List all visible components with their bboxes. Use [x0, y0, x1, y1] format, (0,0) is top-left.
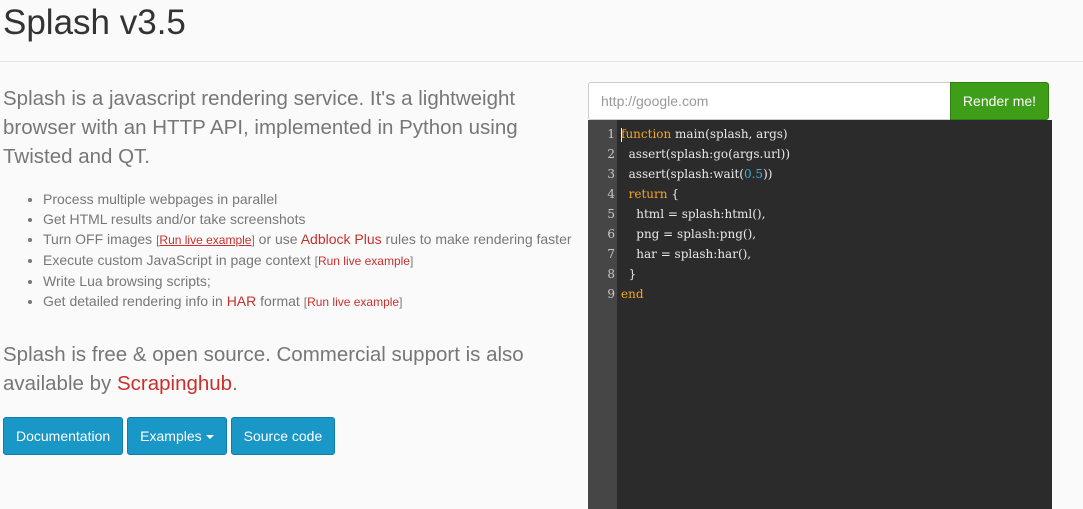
- code-line: end: [621, 284, 1052, 304]
- code-line: html = splash:html(),: [621, 207, 766, 221]
- code-line: }: [621, 267, 637, 281]
- caret-down-icon: [205, 435, 214, 440]
- code-area[interactable]: function main(splash, args) assert(splas…: [621, 124, 1052, 304]
- code-number: 0.5: [743, 167, 764, 181]
- code-line: assert(splash:go(args.url)): [621, 147, 791, 161]
- header-divider: [0, 61, 1083, 62]
- support-text: Splash is free & open source. Commercial…: [3, 340, 563, 398]
- line-number: 1: [607, 127, 615, 141]
- feature-text: Execute custom JavaScript in page contex…: [43, 252, 315, 268]
- code-text: assert(splash:wait(: [621, 167, 744, 181]
- code-text: {: [667, 187, 679, 201]
- line-number: 4: [607, 187, 615, 201]
- bracket-close: ]: [409, 254, 414, 268]
- line-number: 7: [607, 247, 615, 261]
- line-number: 8: [607, 267, 615, 281]
- code-line: png = splash:png(),: [621, 227, 757, 241]
- examples-label: Examples: [140, 428, 202, 444]
- feature-text: Get detailed rendering info in: [43, 293, 227, 309]
- documentation-button[interactable]: Documentation: [3, 417, 124, 455]
- line-number-gutter: 1 2 3 4 5 6 7 8 9: [588, 120, 617, 509]
- action-buttons: Documentation Examples Source code: [3, 417, 339, 455]
- code-line: function main(splash, args): [621, 124, 1052, 144]
- intro-text: Splash is a javascript rendering service…: [3, 87, 518, 168]
- code-text: main(splash, args): [671, 127, 788, 141]
- example-bracket: [Run live example]: [315, 254, 414, 268]
- bracket-close: ]: [399, 295, 403, 309]
- render-button[interactable]: Render me!: [950, 82, 1049, 120]
- page-title: Splash v3.5: [3, 3, 186, 42]
- list-item: Execute custom JavaScript in page contex…: [43, 250, 603, 271]
- example-bracket: [Run live example]: [156, 233, 255, 247]
- list-item: Turn OFF images [Run live example] or us…: [43, 229, 603, 250]
- har-link[interactable]: HAR: [227, 293, 257, 309]
- list-item: Get HTML results and/or take screenshots: [43, 209, 603, 229]
- feature-text: Process multiple webpages in parallel: [43, 191, 278, 207]
- code-line: har = splash:har(),: [621, 247, 752, 261]
- run-example-link-js[interactable]: Run live example: [318, 254, 410, 268]
- code-line: assert(splash:wait(0.5)): [621, 164, 1052, 184]
- line-number: 5: [607, 207, 615, 221]
- code-line: return {: [621, 184, 1052, 204]
- example-bracket: [Run live example]: [304, 295, 403, 309]
- list-item: Write Lua browsing scripts;: [43, 271, 603, 291]
- support-sentence: Splash is free & open source. Commercial…: [3, 343, 524, 395]
- feature-text: format: [256, 293, 304, 309]
- line-number: 9: [607, 287, 615, 301]
- examples-dropdown-button[interactable]: Examples: [127, 417, 227, 455]
- support-period: .: [232, 372, 238, 395]
- run-example-link-images[interactable]: Run live example: [159, 233, 251, 247]
- run-example-link-har[interactable]: Run live example: [307, 295, 399, 309]
- url-input[interactable]: [588, 82, 951, 120]
- code-keyword: return: [628, 187, 668, 201]
- feature-text: Turn OFF images: [43, 231, 157, 247]
- feature-text: rules to make rendering faster: [381, 231, 572, 247]
- feature-list: Process multiple webpages in parallel Ge…: [3, 189, 603, 312]
- adblock-plus-link[interactable]: Adblock Plus: [301, 231, 382, 247]
- line-number: 2: [607, 147, 615, 161]
- code-text: )): [763, 167, 773, 181]
- code-keyword: end: [621, 287, 644, 301]
- line-number: 6: [607, 227, 615, 241]
- feature-text: or use: [254, 231, 301, 247]
- list-item: Get detailed rendering info in HAR forma…: [43, 291, 603, 312]
- lua-script-editor[interactable]: 1 2 3 4 5 6 7 8 9 function main(splash, …: [588, 120, 1052, 509]
- list-item: Process multiple webpages in parallel: [43, 189, 603, 209]
- feature-text: Write Lua browsing scripts;: [43, 273, 211, 289]
- scrapinghub-link[interactable]: Scrapinghub: [117, 372, 232, 395]
- source-code-button[interactable]: Source code: [230, 417, 336, 455]
- code-keyword: function: [621, 127, 672, 141]
- feature-text: Get HTML results and/or take screenshots: [43, 211, 306, 227]
- line-number: 3: [607, 167, 615, 181]
